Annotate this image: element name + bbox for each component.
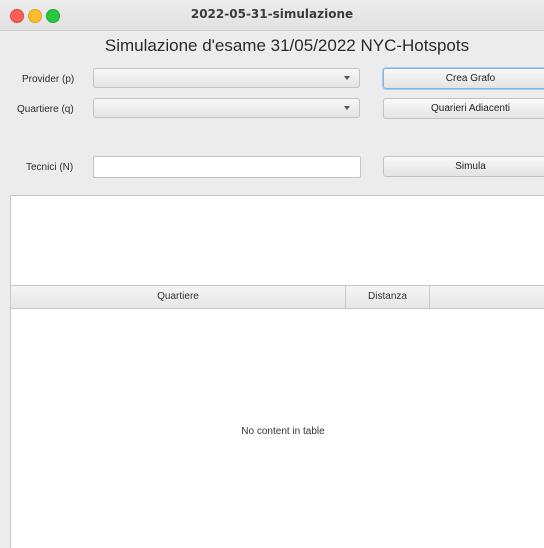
table-header: Quartiere Distanza — [11, 286, 544, 309]
results-table[interactable]: Quartiere Distanza No content in table — [10, 285, 544, 548]
quartiere-label: Quartiere (q) — [17, 104, 74, 115]
table-empty-message: No content in table — [241, 426, 325, 437]
provider-label: Provider (p) — [22, 74, 75, 85]
result-text-area[interactable] — [10, 195, 544, 286]
window-title: 2022-05-31-simulazione — [190, 7, 354, 21]
crea-grafo-button[interactable]: Crea Grafo — [383, 68, 544, 89]
chevron-down-icon — [344, 76, 350, 80]
app-window: 2022-05-31-simulazione Simulazione d'esa… — [0, 0, 544, 548]
tecnici-input[interactable] — [93, 156, 361, 178]
page-title: Simulazione d'esame 31/05/2022 NYC-Hotsp… — [104, 36, 470, 55]
provider-combobox[interactable] — [93, 68, 360, 88]
column-header-quartiere[interactable]: Quartiere — [11, 286, 346, 308]
simula-button[interactable]: Simula — [383, 156, 544, 177]
column-header-distanza[interactable]: Distanza — [346, 286, 430, 308]
title-bar: 2022-05-31-simulazione — [0, 0, 544, 31]
quartiere-combobox[interactable] — [93, 98, 360, 118]
chevron-down-icon — [344, 106, 350, 110]
quartieri-adiacenti-button[interactable]: Quarieri Adiacenti — [383, 98, 544, 119]
tecnici-label: Tecnici (N) — [26, 162, 74, 173]
